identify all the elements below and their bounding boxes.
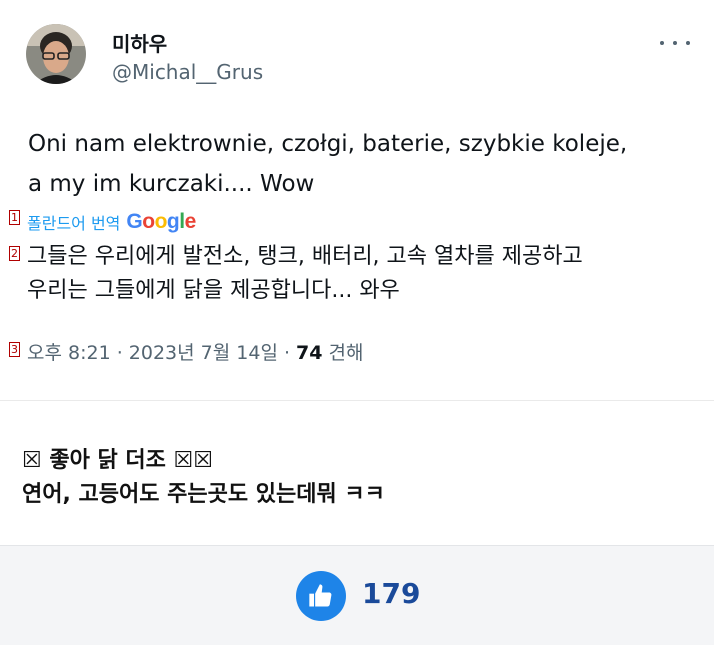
tweet-text: Oni nam elektrownie, czołgi, baterie, sz…	[28, 124, 698, 204]
tweet-text-line: Oni nam elektrownie, czołgi, baterie, sz…	[28, 131, 628, 157]
reaction-bar: 179	[0, 545, 714, 645]
translate-button[interactable]: 폴란드어 번역 Google	[27, 208, 196, 236]
like-count: 179	[362, 577, 421, 610]
tweet-card: 미하우 @Michal__Grus Oni nam elektrownie, c…	[0, 0, 714, 401]
comment-line: 연어, 고등어도 주는곳도 있는데뭐 ㅋㅋ	[22, 482, 385, 507]
translate-label: 폴란드어 번역	[27, 214, 121, 233]
like-button[interactable]	[296, 571, 346, 621]
google-logo: Google	[126, 210, 196, 233]
display-name[interactable]: 미하우	[112, 28, 167, 57]
tweet-meta: 오후 8:21 · 2023년 7월 14일 · 74 견해	[27, 338, 364, 365]
comment-body: ☒ 좋아 닭 더조 ☒☒ 연어, 고등어도 주는곳도 있는데뭐 ㅋㅋ	[22, 444, 692, 512]
views-label: 견해	[322, 342, 364, 364]
translated-text: 그들은 우리에게 발전소, 탱크, 배터리, 고속 열차를 제공하고 우리는 그…	[27, 240, 697, 308]
thumbs-up-icon	[309, 584, 332, 607]
translated-line: 그들은 우리에게 발전소, 탱크, 배터리, 고속 열차를 제공하고	[27, 244, 583, 269]
tweet-text-line: a my im kurczaki.... Wow	[28, 171, 315, 197]
annotation-marker: 2	[9, 246, 20, 261]
user-handle[interactable]: @Michal__Grus	[112, 60, 263, 84]
more-dots-icon[interactable]	[660, 36, 690, 50]
views-count: 74	[296, 342, 323, 364]
comment-line: ☒ 좋아 닭 더조 ☒☒	[22, 448, 214, 473]
tweet-timestamp[interactable]: 오후 8:21 · 2023년 7월 14일 ·	[27, 342, 296, 364]
annotation-marker: 1	[9, 210, 20, 225]
avatar[interactable]	[26, 24, 86, 84]
translated-line: 우리는 그들에게 닭을 제공합니다... 와우	[27, 278, 400, 303]
annotation-marker: 3	[9, 342, 20, 357]
